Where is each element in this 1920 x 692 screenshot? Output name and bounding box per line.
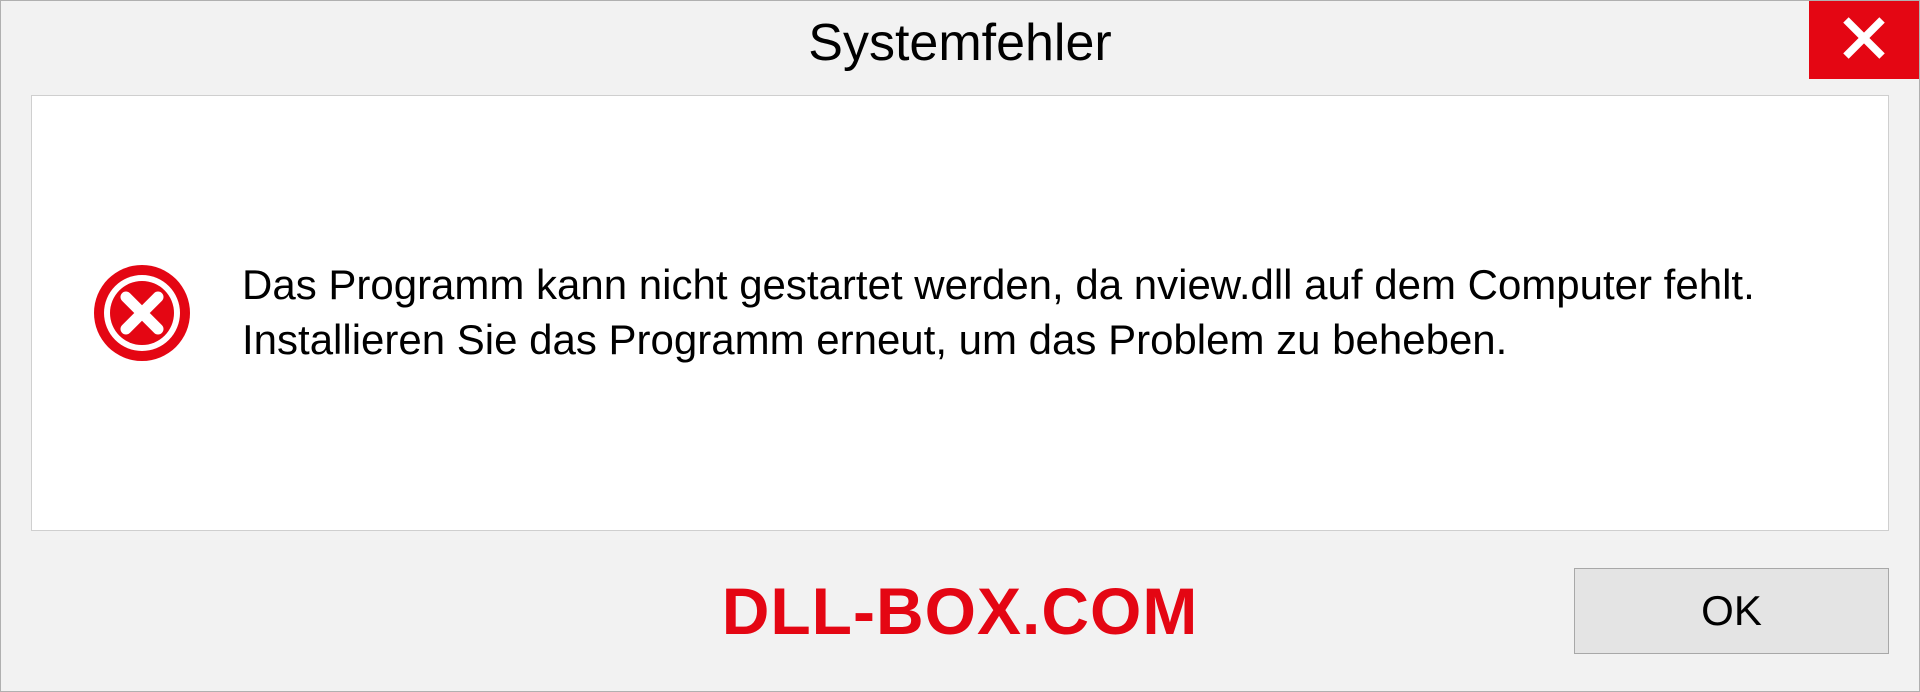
content-panel: Das Programm kann nicht gestartet werden… (31, 95, 1889, 531)
close-button[interactable] (1809, 1, 1919, 79)
ok-button[interactable]: OK (1574, 568, 1889, 654)
close-icon (1841, 15, 1887, 66)
error-message: Das Programm kann nicht gestartet werden… (242, 258, 1772, 367)
error-dialog: Systemfehler Das Programm kann nicht ges… (0, 0, 1920, 692)
watermark-text: DLL-BOX.COM (722, 573, 1199, 649)
dialog-footer: DLL-BOX.COM OK (1, 531, 1919, 691)
dialog-title: Systemfehler (808, 13, 1111, 73)
titlebar: Systemfehler (1, 1, 1919, 85)
error-icon (92, 263, 192, 363)
